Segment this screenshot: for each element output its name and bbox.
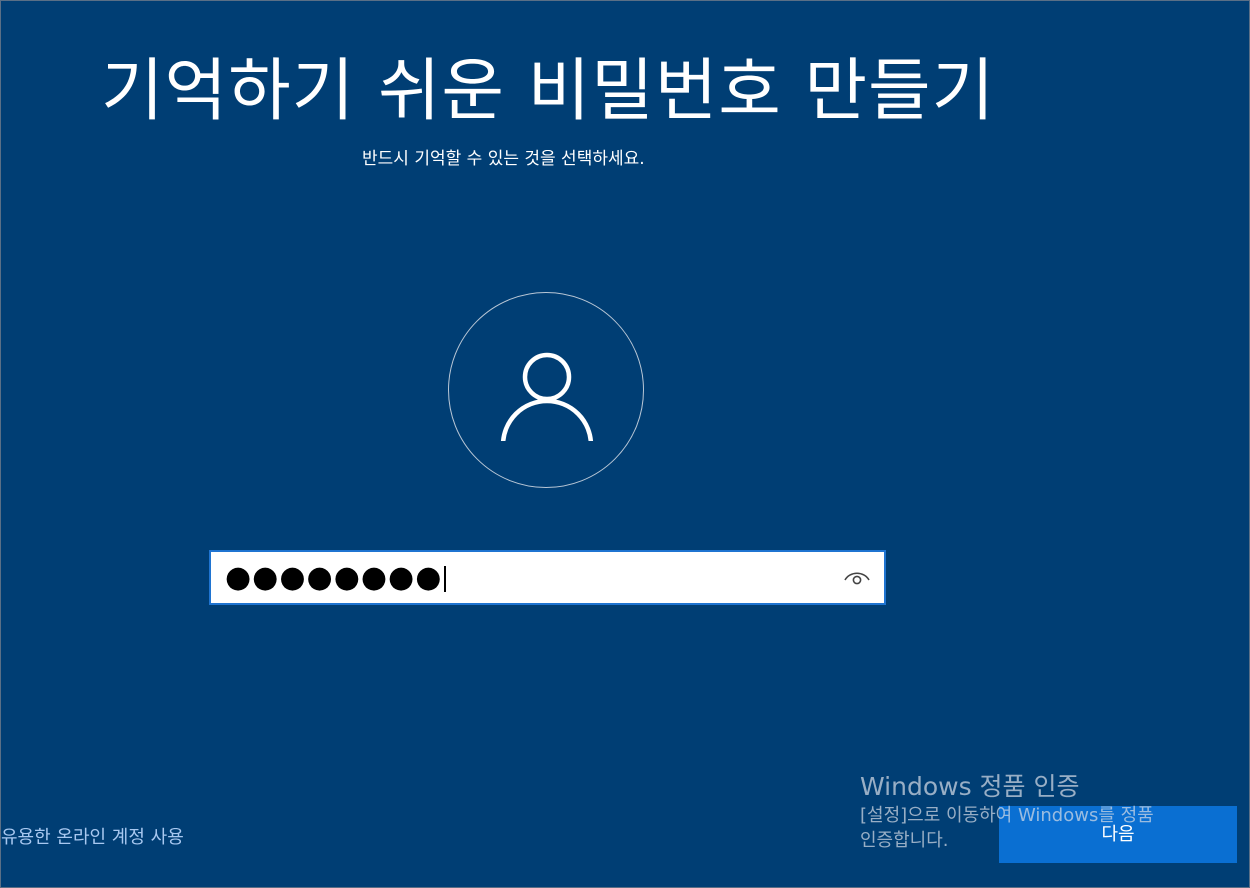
eye-icon[interactable] bbox=[842, 565, 872, 589]
watermark-title: Windows 정품 인증 bbox=[860, 772, 1080, 801]
oobe-password-screen: 기억하기 쉬운 비밀번호 만들기 반드시 기억할 수 있는 것을 선택하세요. … bbox=[0, 0, 1250, 888]
use-online-account-link[interactable]: 유용한 온라인 계정 사용 bbox=[1, 823, 184, 849]
text-caret bbox=[444, 565, 447, 592]
page-subtitle: 반드시 기억할 수 있는 것을 선택하세요. bbox=[362, 149, 645, 169]
avatar bbox=[448, 292, 644, 488]
user-icon bbox=[500, 352, 594, 441]
password-input[interactable]: ●●●●●●●● bbox=[209, 550, 886, 605]
next-button[interactable]: 다음 bbox=[999, 806, 1237, 863]
page-title: 기억하기 쉬운 비밀번호 만들기 bbox=[101, 52, 996, 131]
password-value: ●●●●●●●● bbox=[225, 560, 447, 596]
